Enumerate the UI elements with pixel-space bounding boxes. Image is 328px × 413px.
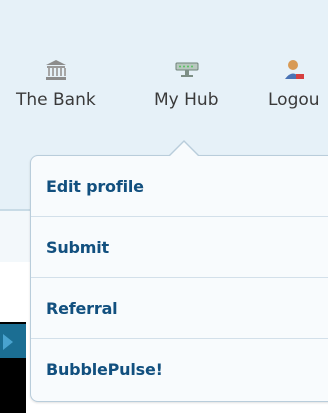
menu-item-referral[interactable]: Referral bbox=[30, 278, 328, 339]
menu-item-label: BubblePulse! bbox=[46, 360, 163, 379]
menu-item-edit-profile[interactable]: Edit profile bbox=[30, 156, 328, 217]
nav-item-label: The Bank bbox=[16, 90, 96, 110]
menu-item-label: Edit profile bbox=[46, 177, 144, 196]
nav-item-logout[interactable]: Logou bbox=[268, 58, 320, 110]
play-icon[interactable] bbox=[3, 334, 13, 350]
menu-item-bubblepulse[interactable]: BubblePulse! bbox=[30, 339, 328, 400]
menu-item-label: Submit bbox=[46, 238, 109, 257]
menu-item-label: Referral bbox=[46, 299, 118, 318]
bank-icon bbox=[44, 58, 68, 82]
nav-item-my-hub[interactable]: My Hub bbox=[154, 58, 218, 110]
nav-item-label: My Hub bbox=[154, 90, 219, 110]
media-thumbnail[interactable] bbox=[0, 322, 26, 413]
hub-icon bbox=[174, 58, 199, 82]
logout-icon bbox=[282, 58, 306, 82]
menu-item-submit[interactable]: Submit bbox=[30, 217, 328, 278]
dropdown-caret-fill bbox=[169, 142, 199, 157]
nav-item-the-bank[interactable]: The Bank bbox=[16, 58, 96, 110]
nav-item-label: Logou bbox=[268, 90, 320, 110]
